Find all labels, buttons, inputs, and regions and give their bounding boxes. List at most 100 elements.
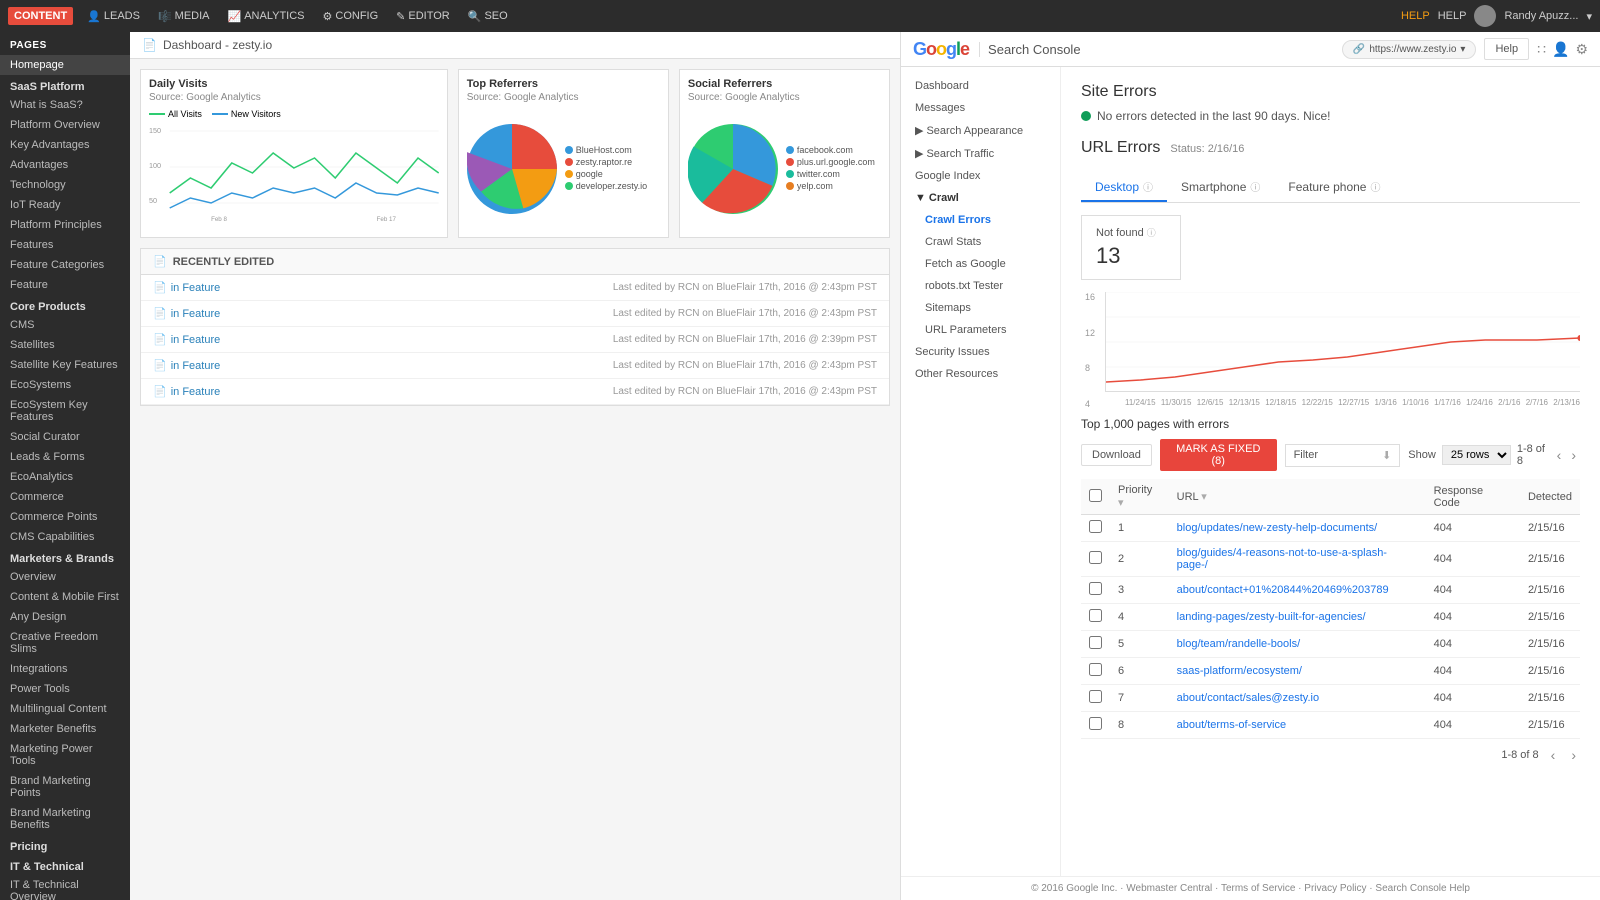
row-url-7[interactable]: about/contact/sales@zesty.io — [1169, 685, 1426, 712]
row-url-4[interactable]: landing-pages/zesty-built-for-agencies/ — [1169, 604, 1426, 631]
table-row[interactable]: 1 blog/updates/new-zesty-help-documents/… — [1081, 515, 1580, 542]
sidebar-item-iot-ready[interactable]: IoT Ready — [0, 195, 130, 215]
table-row[interactable]: 3 about/contact+01%20844%20469%203789 40… — [1081, 577, 1580, 604]
row-checkbox-7[interactable] — [1089, 690, 1102, 703]
sidebar-item-leads-forms[interactable]: Leads & Forms — [0, 447, 130, 467]
table-row[interactable]: 7 about/contact/sales@zesty.io 404 2/15/… — [1081, 685, 1580, 712]
sidebar-item-platform-principles[interactable]: Platform Principles — [0, 215, 130, 235]
apps-icon[interactable]: ∷ — [1537, 41, 1546, 58]
sidebar-item-satellite-key-features[interactable]: Satellite Key Features — [0, 355, 130, 375]
row-url-5[interactable]: blog/team/randelle-bools/ — [1169, 631, 1426, 658]
row-url-6[interactable]: saas-platform/ecosystem/ — [1169, 658, 1426, 685]
mark-fixed-button[interactable]: MARK AS FIXED (8) — [1160, 439, 1277, 471]
sidebar-item-satellites[interactable]: Satellites — [0, 335, 130, 355]
sidebar-item-feature-categories[interactable]: Feature Categories — [0, 255, 130, 275]
recently-edited-item-3[interactable]: 📄in Feature Last edited by RCN on BlueFl… — [141, 327, 889, 353]
gsc-nav-robots-tester[interactable]: robots.txt Tester — [901, 275, 1060, 297]
sidebar-item-overview[interactable]: Overview — [0, 567, 130, 587]
prev-page-button-bottom[interactable]: ‹ — [1547, 745, 1560, 765]
recently-edited-item-4[interactable]: 📄in Feature Last edited by RCN on BlueFl… — [141, 353, 889, 379]
table-row[interactable]: 5 blog/team/randelle-bools/ 404 2/15/16 — [1081, 631, 1580, 658]
sidebar-item-commerce[interactable]: Commerce — [0, 487, 130, 507]
col-priority[interactable]: Priority ▾ — [1110, 479, 1169, 515]
sidebar-item-brand-marketing-benefits[interactable]: Brand Marketing Benefits — [0, 803, 130, 835]
sidebar-item-technology[interactable]: Technology — [0, 175, 130, 195]
sidebar-item-cms[interactable]: CMS — [0, 315, 130, 335]
sidebar-item-it-overview[interactable]: IT & Technical Overview — [0, 875, 130, 900]
sidebar-item-what-is-saas[interactable]: What is SaaS? — [0, 95, 130, 115]
nav-editor[interactable]: ✎ EDITOR — [388, 6, 458, 27]
table-row[interactable]: 6 saas-platform/ecosystem/ 404 2/15/16 — [1081, 658, 1580, 685]
gsc-nav-security-issues[interactable]: Security Issues — [901, 341, 1060, 363]
nav-config[interactable]: ⚙ CONFIG — [315, 6, 387, 27]
sidebar-item-key-advantages[interactable]: Key Advantages — [0, 135, 130, 155]
table-row[interactable]: 8 about/terms-of-service 404 2/15/16 — [1081, 712, 1580, 739]
sidebar-item-homepage[interactable]: Homepage — [0, 55, 130, 75]
row-checkbox-3[interactable] — [1089, 582, 1102, 595]
gsc-nav-fetch-as-google[interactable]: Fetch as Google — [901, 253, 1060, 275]
recently-edited-item-2[interactable]: 📄in Feature Last edited by RCN on BlueFl… — [141, 301, 889, 327]
gsc-nav-crawl-errors[interactable]: Crawl Errors — [901, 209, 1060, 231]
sidebar-item-any-design[interactable]: Any Design — [0, 607, 130, 627]
sidebar-item-commerce-points[interactable]: Commerce Points — [0, 507, 130, 527]
nav-seo[interactable]: 🔍 SEO — [460, 6, 516, 27]
select-all-checkbox[interactable] — [1089, 489, 1102, 502]
col-url[interactable]: URL ▾ — [1169, 479, 1426, 515]
sidebar-item-integrations[interactable]: Integrations — [0, 659, 130, 679]
sidebar-item-advantages[interactable]: Advantages — [0, 155, 130, 175]
recently-edited-item-5[interactable]: 📄in Feature Last edited by RCN on BlueFl… — [141, 379, 889, 405]
sidebar-item-features[interactable]: Features — [0, 235, 130, 255]
sidebar-item-ecosystem-key-features[interactable]: EcoSystem Key Features — [0, 395, 130, 427]
table-row[interactable]: 2 blog/guides/4-reasons-not-to-use-a-spl… — [1081, 542, 1580, 577]
gsc-nav-crawl-stats[interactable]: Crawl Stats — [901, 231, 1060, 253]
gsc-nav-crawl[interactable]: ▼ Crawl — [901, 187, 1060, 209]
sidebar-item-ecoanalytics[interactable]: EcoAnalytics — [0, 467, 130, 487]
row-checkbox-8[interactable] — [1089, 717, 1102, 730]
table-row[interactable]: 4 landing-pages/zesty-built-for-agencies… — [1081, 604, 1580, 631]
gsc-url-pill[interactable]: 🔗 https://www.zesty.io ▾ — [1342, 40, 1477, 59]
row-checkbox-5[interactable] — [1089, 636, 1102, 649]
gsc-nav-sitemaps[interactable]: Sitemaps — [901, 297, 1060, 319]
sidebar-item-social-curator[interactable]: Social Curator — [0, 427, 130, 447]
prev-page-button[interactable]: ‹ — [1553, 445, 1566, 465]
gsc-nav-search-appearance[interactable]: ▶ Search Appearance — [901, 119, 1060, 142]
row-checkbox-6[interactable] — [1089, 663, 1102, 676]
tab-smartphone[interactable]: Smartphone ⓘ — [1167, 173, 1274, 202]
sidebar-item-cms-capabilities[interactable]: CMS Capabilities — [0, 527, 130, 547]
sidebar-item-multilingual[interactable]: Multilingual Content — [0, 699, 130, 719]
row-checkbox-4[interactable] — [1089, 609, 1102, 622]
gsc-nav-google-index[interactable]: Google Index — [901, 165, 1060, 187]
gsc-nav-dashboard[interactable]: Dashboard — [901, 75, 1060, 97]
sidebar-item-marketing-power-tools[interactable]: Marketing Power Tools — [0, 739, 130, 771]
row-checkbox-1[interactable] — [1089, 520, 1102, 533]
gsc-nav-other-resources[interactable]: Other Resources — [901, 363, 1060, 385]
account-icon[interactable]: 👤 — [1552, 41, 1569, 58]
sidebar-item-ecosystems[interactable]: EcoSystems — [0, 375, 130, 395]
sidebar-item-brand-marketing-points[interactable]: Brand Marketing Points — [0, 771, 130, 803]
nav-media[interactable]: 🎼 MEDIA — [150, 6, 218, 27]
sidebar-item-content-mobile-first[interactable]: Content & Mobile First — [0, 587, 130, 607]
recently-edited-item-1[interactable]: 📄in Feature Last edited by RCN on BlueFl… — [141, 275, 889, 301]
sidebar-item-platform-overview[interactable]: Platform Overview — [0, 115, 130, 135]
tab-feature-phone[interactable]: Feature phone ⓘ — [1274, 173, 1394, 202]
filter-input[interactable]: Filter ⬇ — [1285, 444, 1401, 467]
row-url-2[interactable]: blog/guides/4-reasons-not-to-use-a-splas… — [1169, 542, 1426, 577]
sidebar-item-marketer-benefits[interactable]: Marketer Benefits — [0, 719, 130, 739]
tab-desktop[interactable]: Desktop ⓘ — [1081, 173, 1167, 202]
sidebar-item-power-tools[interactable]: Power Tools — [0, 679, 130, 699]
row-checkbox-2[interactable] — [1089, 551, 1102, 564]
help-label[interactable]: HELP — [1401, 10, 1430, 22]
rows-per-page-select[interactable]: 25 rows 10 rows 50 rows — [1442, 445, 1511, 465]
nav-leads[interactable]: 👤 LEADS — [79, 6, 148, 27]
content-logo[interactable]: CONTENT — [8, 7, 73, 25]
next-page-button[interactable]: › — [1567, 445, 1580, 465]
gsc-nav-messages[interactable]: Messages — [901, 97, 1060, 119]
row-url-8[interactable]: about/terms-of-service — [1169, 712, 1426, 739]
user-chevron-icon[interactable]: ▾ — [1586, 10, 1592, 23]
next-page-button-bottom[interactable]: › — [1567, 745, 1580, 765]
gsc-help-button[interactable]: Help — [1484, 38, 1529, 60]
download-button[interactable]: Download — [1081, 444, 1152, 466]
sidebar-item-creative-freedom[interactable]: Creative Freedom Slims — [0, 627, 130, 659]
nav-analytics[interactable]: 📈 ANALYTICS — [220, 6, 313, 27]
gsc-nav-url-parameters[interactable]: URL Parameters — [901, 319, 1060, 341]
